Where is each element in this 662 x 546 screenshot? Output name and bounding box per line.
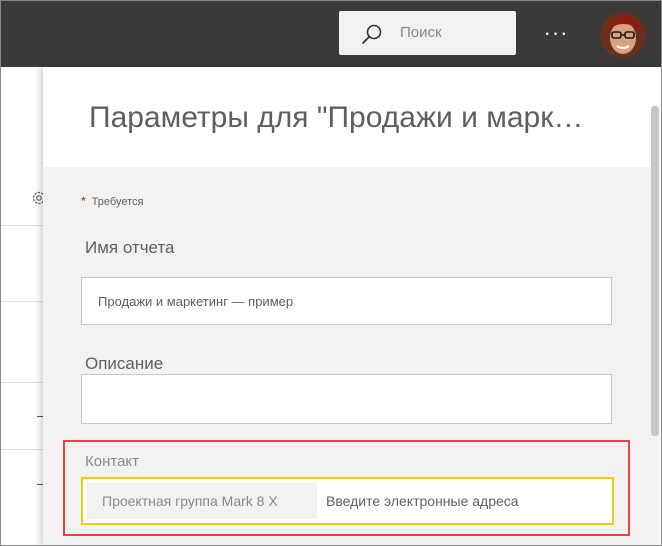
background-page (1, 67, 45, 545)
divider (1, 382, 43, 383)
required-marker: * (81, 194, 86, 208)
search-box[interactable]: Поиск (339, 11, 516, 55)
panel-header: Параметры для "Продажи и марк… (43, 67, 659, 167)
required-label: Требуется (91, 196, 144, 208)
search-placeholder: Поиск (400, 24, 442, 41)
user-avatar[interactable] (600, 12, 646, 58)
required-note: * Требуется (81, 194, 143, 208)
divider (1, 301, 43, 302)
contact-label: Контакт (85, 453, 140, 470)
settings-panel: Параметры для "Продажи и марк… * Требуетс… (43, 67, 659, 545)
app-window: Поиск ··· Параметры для "Продажи и марк… (0, 0, 662, 546)
contact-chip-label: Проектная группа Mark 8 X (102, 493, 278, 509)
divider (1, 225, 43, 226)
avatar-image (600, 12, 646, 58)
search-icon (362, 24, 382, 44)
description-input[interactable] (81, 374, 612, 424)
report-name-value: Продажи и маркетинг — пример (98, 294, 294, 309)
contact-chip[interactable]: Проектная группа Mark 8 X (87, 483, 317, 519)
scrollbar[interactable] (651, 106, 659, 436)
report-name-input[interactable]: Продажи и маркетинг — пример (81, 277, 612, 325)
top-bar: Поиск ··· (1, 1, 661, 67)
contact-input[interactable]: Проектная группа Mark 8 X Введите электр… (81, 477, 614, 525)
divider (1, 449, 43, 450)
report-name-label: Имя отчета (85, 238, 175, 257)
more-options-button[interactable]: ··· (541, 19, 571, 47)
contact-placeholder: Введите электронные адреса (326, 493, 519, 509)
description-label: Описание (85, 354, 164, 373)
panel-title: Параметры для "Продажи и марк… (89, 101, 584, 134)
